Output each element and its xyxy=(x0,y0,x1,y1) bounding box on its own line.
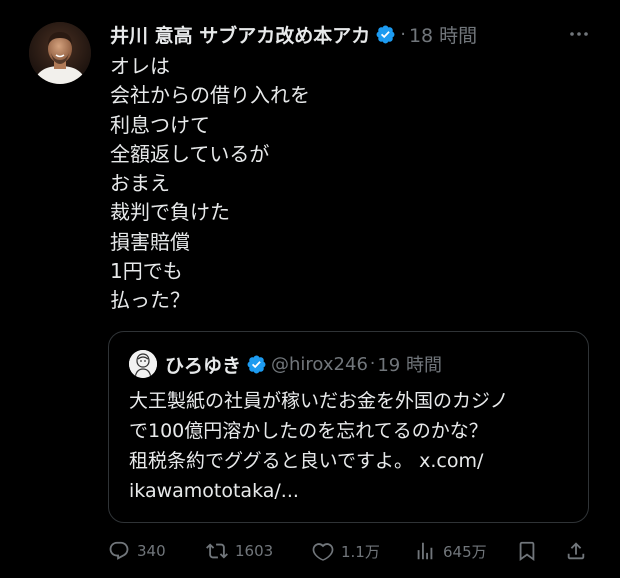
quoted-author-name: ひろゆき xyxy=(165,354,242,377)
separator-dot: · xyxy=(369,354,376,374)
reply-button[interactable]: 340 xyxy=(108,538,166,564)
quoted-text-line: 大王製紙の社員が稼いだお金を外国のカジノ xyxy=(129,390,509,412)
tweet-text-line: 払った？ xyxy=(110,288,190,313)
tweet-header: 井川 意高 サブアカ改め本アカ · 18 時間 xyxy=(110,20,477,48)
author-name[interactable]: 井川 意高 サブアカ改め本アカ xyxy=(110,21,370,48)
author-avatar[interactable] xyxy=(29,22,91,84)
views-count: 645万 xyxy=(443,542,487,561)
separator-dot: · xyxy=(400,23,406,45)
tweet-text: オレは 会社からの借り入れを 利息つけて 全額返しているが おまえ 裁判で負けた… xyxy=(110,52,580,316)
views-button[interactable]: 645万 xyxy=(414,538,487,564)
reply-icon xyxy=(109,541,129,560)
bookmark-button[interactable] xyxy=(516,538,545,564)
quoted-tweet-text: 大王製紙の社員が稼いだお金を外国のカジノ で100億円溶かしたのを忘れてるのかな… xyxy=(129,386,574,506)
retweet-button[interactable]: 1603 xyxy=(206,538,273,564)
action-bar: 340 1603 1.1万 645万 xyxy=(108,538,588,564)
quoted-text-line: 租税条約でググると良いですよ。 x.com/ xyxy=(129,450,484,472)
quoted-text-line: で100億円溶かしたのを忘れてるのかな？ xyxy=(129,420,488,442)
tweet-time[interactable]: 18 時間 xyxy=(409,21,477,48)
bookmark-icon xyxy=(519,541,535,562)
like-count: 1.1万 xyxy=(341,542,380,561)
tweet-text-line: 損害賠償 xyxy=(110,229,190,254)
retweet-icon xyxy=(206,543,228,559)
retweet-count: 1603 xyxy=(235,542,274,560)
verified-badge-icon xyxy=(246,354,267,375)
quoted-tweet[interactable]: ひろゆき @hirox246 · 19 時間 大王製紙の社員が稼いだお金を外国の… xyxy=(108,331,589,523)
quoted-author-avatar xyxy=(129,350,157,378)
quoted-tweet-header: ひろゆき @hirox246 · 19 時間 xyxy=(129,349,442,379)
share-button[interactable] xyxy=(565,538,594,564)
tweet-text-line: 利息つけて xyxy=(110,112,210,137)
tweet[interactable]: 井川 意高 サブアカ改め本アカ · 18 時間 オレは 会社からの借り入れを 利… xyxy=(0,0,620,578)
tweet-text-line: 1円でも xyxy=(110,259,183,284)
tweet-text-line: 裁判で負けた xyxy=(110,200,230,225)
tweet-text-line: 全額返しているが xyxy=(110,141,270,166)
like-icon xyxy=(312,543,334,561)
like-button[interactable]: 1.1万 xyxy=(312,538,380,564)
tweet-text-line: おまえ xyxy=(110,171,170,196)
quoted-tweet-time: 19 時間 xyxy=(377,355,442,376)
verified-badge-icon xyxy=(375,24,396,45)
views-icon xyxy=(417,542,433,560)
more-icon[interactable] xyxy=(568,24,590,44)
reply-count: 340 xyxy=(137,542,166,560)
quoted-text-line: ikawamototaka/... xyxy=(129,480,299,502)
tweet-text-line: 会社からの借り入れを xyxy=(110,83,310,108)
share-icon xyxy=(567,542,585,560)
quoted-author-handle: @hirox246 xyxy=(271,353,368,375)
tweet-text-line: オレは xyxy=(110,54,170,78)
